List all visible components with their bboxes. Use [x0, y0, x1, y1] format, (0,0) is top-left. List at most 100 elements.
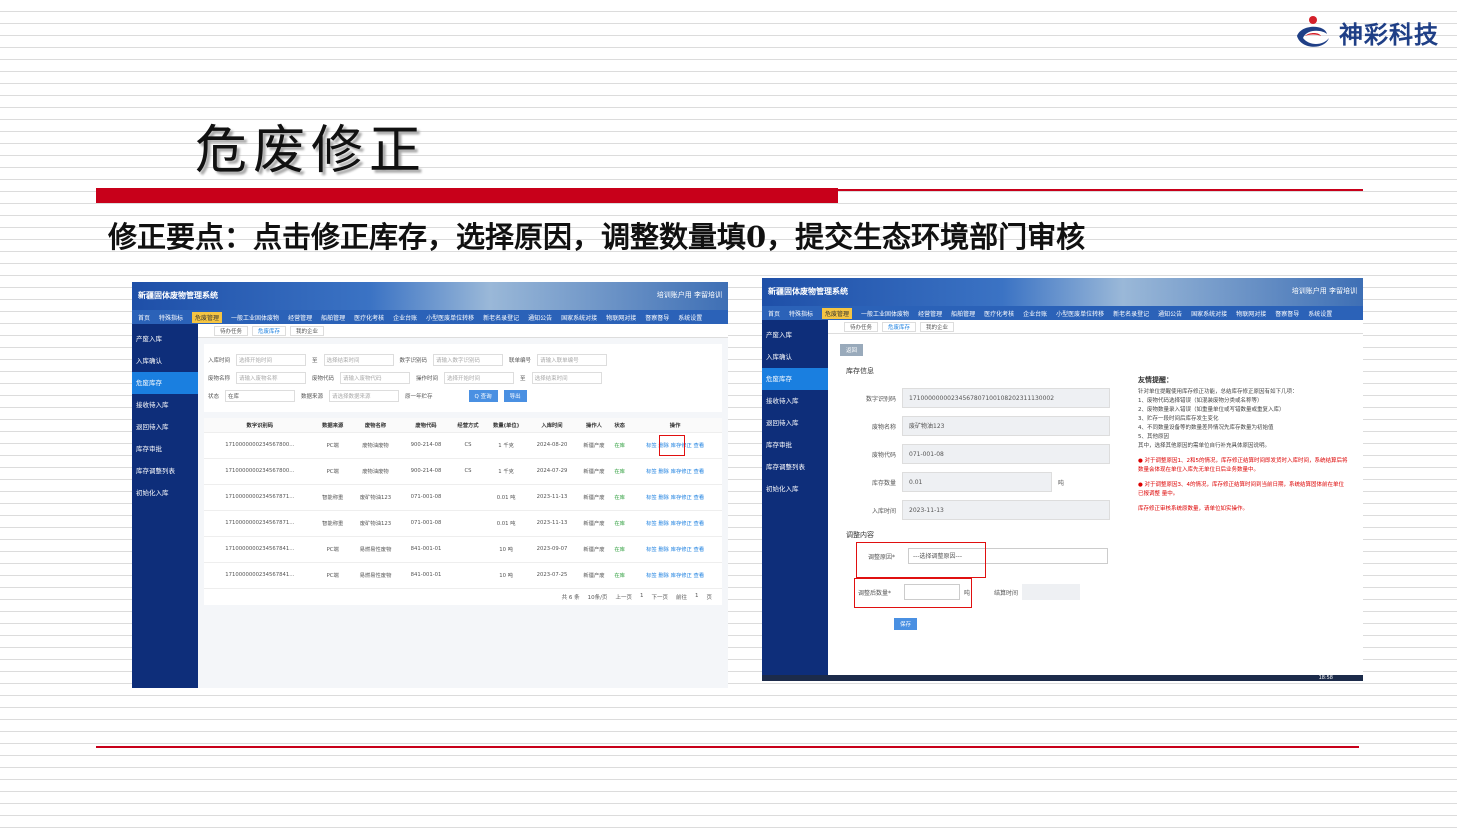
nav-item-0[interactable]: 首页	[768, 309, 780, 318]
nav-item-1[interactable]: 特殊指标	[159, 313, 183, 322]
pager-item[interactable]: 10条/页	[588, 593, 608, 601]
sidebar-item-7[interactable]: 初始化入库	[132, 482, 198, 504]
filter-input[interactable]: 请输入废物名称	[236, 372, 307, 384]
back-button[interactable]: 返回	[840, 344, 864, 356]
table-row: 1710000000234567871... 智能称重 废矿物油123 071-001…	[204, 484, 722, 511]
nav-item-13[interactable]: 督察督导	[1275, 309, 1299, 318]
nav-item-7[interactable]: 企业台账	[393, 313, 417, 322]
notice-line: 其中，选择其他原因的需单位自行补充具体原因说明。	[1138, 443, 1271, 449]
pager-item[interactable]: 1	[695, 593, 699, 601]
sidebar-item-4[interactable]: 退回待入库	[762, 412, 828, 434]
pager-item[interactable]: 页	[706, 593, 712, 601]
tab-0[interactable]: 待办任务	[844, 321, 879, 332]
nav-item-4[interactable]: 经营管理	[288, 313, 312, 322]
row-actions[interactable]: 标签 删除 库存修正 查看	[628, 562, 722, 589]
tab-2[interactable]: 我的企业	[920, 321, 955, 332]
nav-item-1[interactable]: 特殊指标	[789, 309, 813, 318]
pager-item[interactable]: 下一页	[651, 593, 668, 601]
sidebar-item-3[interactable]: 接收待入库	[132, 394, 198, 416]
table-cell: 在库	[611, 562, 629, 589]
source-select[interactable]: 请选择数据来源	[329, 390, 400, 402]
highlight-reason	[856, 542, 986, 578]
export-button[interactable]: 导出	[503, 390, 527, 402]
nav-item-8[interactable]: 小型医废单位转移	[426, 313, 474, 322]
pager-item[interactable]: 前往	[676, 593, 687, 601]
sidebar-item-2[interactable]: 危废库存	[762, 368, 828, 390]
time-input[interactable]	[1022, 584, 1081, 600]
save-button[interactable]: 保存	[894, 618, 918, 630]
nav-item-5[interactable]: 船舶管理	[951, 309, 975, 318]
main-content: 待办任务 危废库存 我的企业 返回 库存信息 数字识别码 17100000000234…	[828, 320, 1363, 681]
table-cell: 900-214-08	[401, 458, 451, 485]
sidebar-item-7[interactable]: 初始化入库	[762, 478, 828, 500]
nav-item-10[interactable]: 通知公告	[528, 313, 552, 322]
nav-item-14[interactable]: 系统设置	[678, 313, 702, 322]
sidebar-item-1[interactable]: 入库确认	[762, 346, 828, 368]
nav-item-7[interactable]: 企业台账	[1023, 309, 1047, 318]
user-info[interactable]: 培训账户用 李留培训	[657, 290, 722, 300]
pager-item[interactable]: 共 6 条	[562, 593, 580, 601]
nav-item-2[interactable]: 危废管理	[192, 311, 223, 323]
row-actions[interactable]: 标签 删除 库存修正 查看	[628, 536, 722, 563]
sidebar-item-5[interactable]: 库存审批	[132, 438, 198, 460]
tab-0[interactable]: 待办任务	[214, 325, 249, 336]
row-actions[interactable]: 标签 删除 库存修正 查看	[628, 510, 722, 537]
nav-item-9[interactable]: 新老名录登记	[483, 313, 519, 322]
tab-2[interactable]: 我的企业	[290, 325, 325, 336]
screenshot-correction-form: 新疆固体废物管理系统 培训账户用 李留培训 首页 特殊指标 危废管理 一般工业固体废物…	[762, 278, 1363, 681]
sidebar-item-1[interactable]: 入库确认	[132, 350, 198, 372]
table-cell	[450, 562, 486, 589]
nav-item-12[interactable]: 物联网对接	[606, 313, 636, 322]
search-button[interactable]: Q 查询	[468, 390, 498, 402]
nav-item-8[interactable]: 小型医废单位转移	[1056, 309, 1104, 318]
nav-item-12[interactable]: 物联网对接	[1236, 309, 1266, 318]
nav-item-3[interactable]: 一般工业固体废物	[231, 313, 279, 322]
sidebar-item-0[interactable]: 产废入库	[762, 324, 828, 346]
filter-input[interactable]: 请输入数字识别码	[433, 354, 504, 366]
top-nav: 首页 特殊指标 危废管理 一般工业固体废物 经营管理 船舶管理 医疗化考核 企业台账 小型医废单…	[762, 306, 1363, 320]
filter-label: 至	[520, 376, 526, 382]
row-actions[interactable]: 标签 删除 库存修正 查看	[628, 458, 722, 485]
column-header: 操作人	[576, 418, 612, 433]
tab-1[interactable]: 危废库存	[882, 321, 917, 332]
clock: 18:58	[1318, 675, 1333, 681]
filter-input[interactable]: 选择结束时间	[531, 372, 602, 384]
storage-checkbox[interactable]: 原一年贮存	[405, 392, 433, 400]
pager-item[interactable]: 上一页	[615, 593, 632, 601]
pager-item[interactable]: 1	[640, 593, 644, 601]
nav-item-13[interactable]: 督察督导	[645, 313, 669, 322]
table-cell: 智能称重	[315, 484, 350, 511]
row-actions[interactable]: 标签 删除 库存修正 查看	[628, 484, 722, 511]
table-cell: 易燃易性废物	[349, 536, 402, 563]
nav-item-14[interactable]: 系统设置	[1308, 309, 1332, 318]
nav-item-0[interactable]: 首页	[138, 313, 150, 322]
sidebar-item-4[interactable]: 退回待入库	[132, 416, 198, 438]
filter-input[interactable]: 选择开始时间	[444, 372, 515, 384]
sidebar-item-3[interactable]: 接收待入库	[762, 390, 828, 412]
filter-input[interactable]: 选择结束时间	[323, 354, 394, 366]
nav-item-6[interactable]: 医疗化考核	[984, 309, 1014, 318]
nav-item-5[interactable]: 船舶管理	[321, 313, 345, 322]
nav-item-3[interactable]: 一般工业固体废物	[861, 309, 909, 318]
slide-title: 危废修正	[195, 121, 428, 181]
nav-item-6[interactable]: 医疗化考核	[354, 313, 384, 322]
table-cell: PC端	[315, 432, 350, 459]
nav-item-9[interactable]: 新老名录登记	[1113, 309, 1149, 318]
filter-input[interactable]: 请输入废物代码	[340, 372, 411, 384]
sidebar-item-0[interactable]: 产废入库	[132, 328, 198, 350]
sidebar-item-5[interactable]: 库存审批	[762, 434, 828, 456]
tab-1[interactable]: 危废库存	[252, 325, 287, 336]
sidebar-item-2[interactable]: 危废库存	[132, 372, 198, 394]
filter-input[interactable]: 请输入联单编号	[537, 354, 608, 366]
sidebar-item-6[interactable]: 库存调整列表	[762, 456, 828, 478]
user-info[interactable]: 培训账户用 李留培训	[1292, 286, 1357, 296]
nav-item-2[interactable]: 危废管理	[822, 307, 853, 319]
nav-item-11[interactable]: 国家系统对接	[1191, 309, 1227, 318]
table-row: 1710000000234567871... 智能称重 废矿物油123 071-001…	[204, 510, 722, 537]
nav-item-4[interactable]: 经营管理	[918, 309, 942, 318]
status-select[interactable]: 在库	[225, 390, 296, 402]
filter-input[interactable]: 选择开始时间	[236, 354, 307, 366]
nav-item-10[interactable]: 通知公告	[1158, 309, 1182, 318]
sidebar-item-6[interactable]: 库存调整列表	[132, 460, 198, 482]
nav-item-11[interactable]: 国家系统对接	[561, 313, 597, 322]
